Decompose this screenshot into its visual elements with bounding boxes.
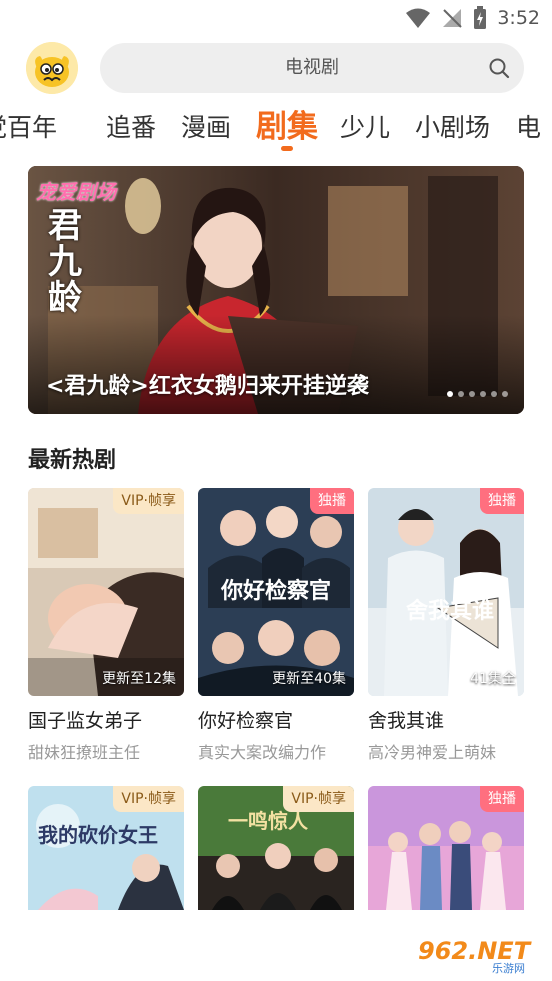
exclusive-badge: 独播 [480,488,524,514]
wifi-icon [406,8,431,28]
drama-card[interactable]: 独播 [368,786,524,910]
drama-title: 你好检察官 [198,710,294,732]
poster-artwork [28,488,184,696]
emoji-avatar-icon [26,42,78,94]
episode-update: 更新至40集 [272,671,346,687]
drama-poster: 你好检察官 独播 更新至40集 [198,488,354,696]
search-bar[interactable]: 电视剧 [100,43,524,93]
search-placeholder: 电视剧 [285,57,339,78]
tab-party-century[interactable]: 党百年 [0,106,57,150]
drama-subtitle: 真实大案改编力作 [198,743,327,762]
drama-subtitle: 甜妹狂撩班主任 [28,743,141,762]
drama-card[interactable]: VIP·帧享 更新至12集 国子监女弟子 甜妹狂撩班主任 [28,488,184,763]
drama-poster: 我的砍价女王 VIP·帧享 [28,786,184,910]
episode-update: 41集全 [470,671,516,687]
tab-comics[interactable]: 漫画 [181,106,231,150]
poster-title-art: 一鸣惊人 [228,809,309,833]
no-signal-icon [443,9,463,28]
tab-kids[interactable]: 少儿 [340,106,390,150]
episode-update: 更新至12集 [102,671,176,687]
watermark-logo: 962.NET 乐游网 [412,931,544,975]
banner-pagination [447,391,508,397]
header: 电视剧 [0,40,552,96]
category-tabs: 党百年 追番 漫画 剧集 少儿 小剧场 电 [0,106,552,154]
poster-artwork: 你好检察官 [198,488,354,696]
vip-badge: VIP·帧享 [113,786,184,812]
poster-title-art: 我的砍价女王 [38,823,158,847]
banner-dot [480,391,486,397]
tab-drama[interactable]: 剧集 [256,106,318,148]
status-time: 3:52 [497,7,540,29]
battery-icon [474,6,487,29]
watermark-subtext: 乐游网 [492,962,525,975]
drama-card[interactable]: 一鸣惊人 VIP·帧享 [198,786,354,910]
tab-active-indicator [281,146,293,151]
banner-logo: 宠爱剧场 [36,180,116,204]
search-icon[interactable] [488,57,510,79]
banner-dot [502,391,508,397]
drama-card[interactable]: 舍我其谁 独播 41集全 舍我其谁 高冷男神爱上萌妹 [368,488,524,763]
banner-title-art: 君九龄 [48,206,82,318]
banner-dot [458,391,464,397]
vip-badge: VIP·帧享 [283,786,354,812]
drama-title: 舍我其谁 [368,710,445,732]
drama-poster: 独播 [368,786,524,910]
drama-title: 国子监女弟子 [28,710,143,732]
exclusive-badge: 独播 [310,488,354,514]
drama-poster: 一鸣惊人 VIP·帧享 [198,786,354,910]
watermark-text: 962.NET [418,937,532,965]
tab-more-partial[interactable]: 电 [516,106,541,150]
drama-card[interactable]: 你好检察官 独播 更新至40集 你好检察官 真实大案改编力作 [198,488,354,763]
vip-badge: VIP·帧享 [113,488,184,514]
banner-dot [469,391,475,397]
avatar[interactable] [26,42,78,94]
tab-mini-theater[interactable]: 小剧场 [415,106,490,150]
banner-caption: <君九龄>红衣女鹅归来开挂逆袭 [46,374,369,399]
drama-poster: 舍我其谁 独播 41集全 [368,488,524,696]
status-bar: 3:52 [0,0,552,36]
banner-dot [491,391,497,397]
drama-card[interactable]: 我的砍价女王 VIP·帧享 [28,786,184,910]
poster-title-art: 舍我其谁 [406,598,494,624]
poster-title-art: 你好检察官 [220,578,331,604]
drama-poster: VIP·帧享 更新至12集 [28,488,184,696]
section-title: 最新热剧 [28,448,117,473]
hero-banner[interactable]: 宠爱剧场 君九龄 <君九龄>红衣女鹅归来开挂逆袭 [28,166,524,414]
banner-dot [447,391,453,397]
drama-subtitle: 高冷男神爱上萌妹 [368,743,497,762]
poster-artwork: 舍我其谁 [368,488,524,696]
exclusive-badge: 独播 [480,786,524,812]
tab-anime[interactable]: 追番 [106,106,156,150]
